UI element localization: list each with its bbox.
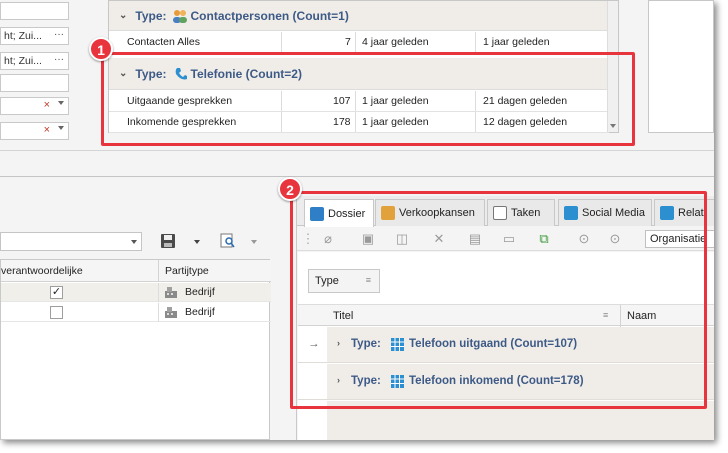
field-4[interactable] xyxy=(0,74,69,92)
table-row[interactable]: Contacten Alles 7 4 jaar geleden 1 jaar … xyxy=(109,32,609,53)
column-header-verantwoordelijke[interactable]: verantwoordelijke xyxy=(1,265,83,277)
relations-grid: verantwoordelijke Partijtype ✓ Bedrijf B… xyxy=(0,259,271,440)
field-3-value: ht; Zui... xyxy=(4,55,42,67)
party-type: Bedrijf xyxy=(185,306,215,318)
more-icon[interactable]: ··· xyxy=(54,29,64,40)
clear-icon[interactable]: × xyxy=(44,124,50,136)
side-panel xyxy=(648,0,714,133)
row-count: 7 xyxy=(345,36,351,48)
callout-badge-2: 2 xyxy=(278,177,302,201)
field-6[interactable]: × xyxy=(0,122,69,140)
group-row-contactpersonen[interactable]: ⌄ Type: Contactpersonen (Count=1) xyxy=(109,1,609,31)
field-3[interactable]: ht; Zui... ··· xyxy=(0,52,69,70)
row-name: Contacten Alles xyxy=(127,36,200,48)
dropdown-arrow-icon[interactable] xyxy=(131,240,137,244)
clear-icon[interactable]: × xyxy=(44,99,50,111)
divider xyxy=(0,176,714,177)
view-combobox[interactable] xyxy=(0,232,142,251)
callout-box-2 xyxy=(290,191,707,409)
field-1[interactable] xyxy=(0,2,69,20)
checkbox[interactable]: ✓ xyxy=(50,286,63,299)
save-icon[interactable] xyxy=(160,233,178,251)
contacts-icon xyxy=(172,9,187,23)
group-type-label: Type: xyxy=(135,8,167,23)
table-row[interactable]: ✓ Bedrijf xyxy=(1,283,271,302)
column-header-partijtype[interactable]: Partijtype xyxy=(165,265,209,277)
divider xyxy=(0,150,714,151)
field-2-value: ht; Zui... xyxy=(4,30,42,42)
save-dropdown-icon[interactable] xyxy=(194,240,200,244)
group-name: Contactpersonen (Count=1) xyxy=(190,8,349,23)
more-icon[interactable]: ··· xyxy=(54,54,64,65)
field-5[interactable]: × xyxy=(0,97,69,115)
building-icon xyxy=(165,307,177,318)
row-first: 4 jaar geleden xyxy=(362,36,429,48)
checkbox[interactable] xyxy=(50,306,63,319)
field-2[interactable]: ht; Zui... ··· xyxy=(0,27,69,45)
table-row[interactable]: Bedrijf xyxy=(1,303,271,322)
dropdown-arrow-icon[interactable] xyxy=(58,126,64,130)
row-last: 1 jaar geleden xyxy=(483,36,550,48)
dropdown-arrow-icon[interactable] xyxy=(58,101,64,105)
grid-header: verantwoordelijke Partijtype xyxy=(1,260,271,282)
app-window: ht; Zui... ··· ht; Zui... ··· × × ⌄ Type: … xyxy=(0,0,714,440)
callout-badge-1: 1 xyxy=(89,37,113,61)
party-type: Bedrijf xyxy=(185,286,215,298)
callout-box-1 xyxy=(101,52,635,146)
find-icon[interactable] xyxy=(220,233,238,251)
building-icon xyxy=(165,287,177,298)
find-dropdown-icon[interactable] xyxy=(251,240,257,244)
collapse-chevron-icon[interactable]: ⌄ xyxy=(119,10,127,21)
